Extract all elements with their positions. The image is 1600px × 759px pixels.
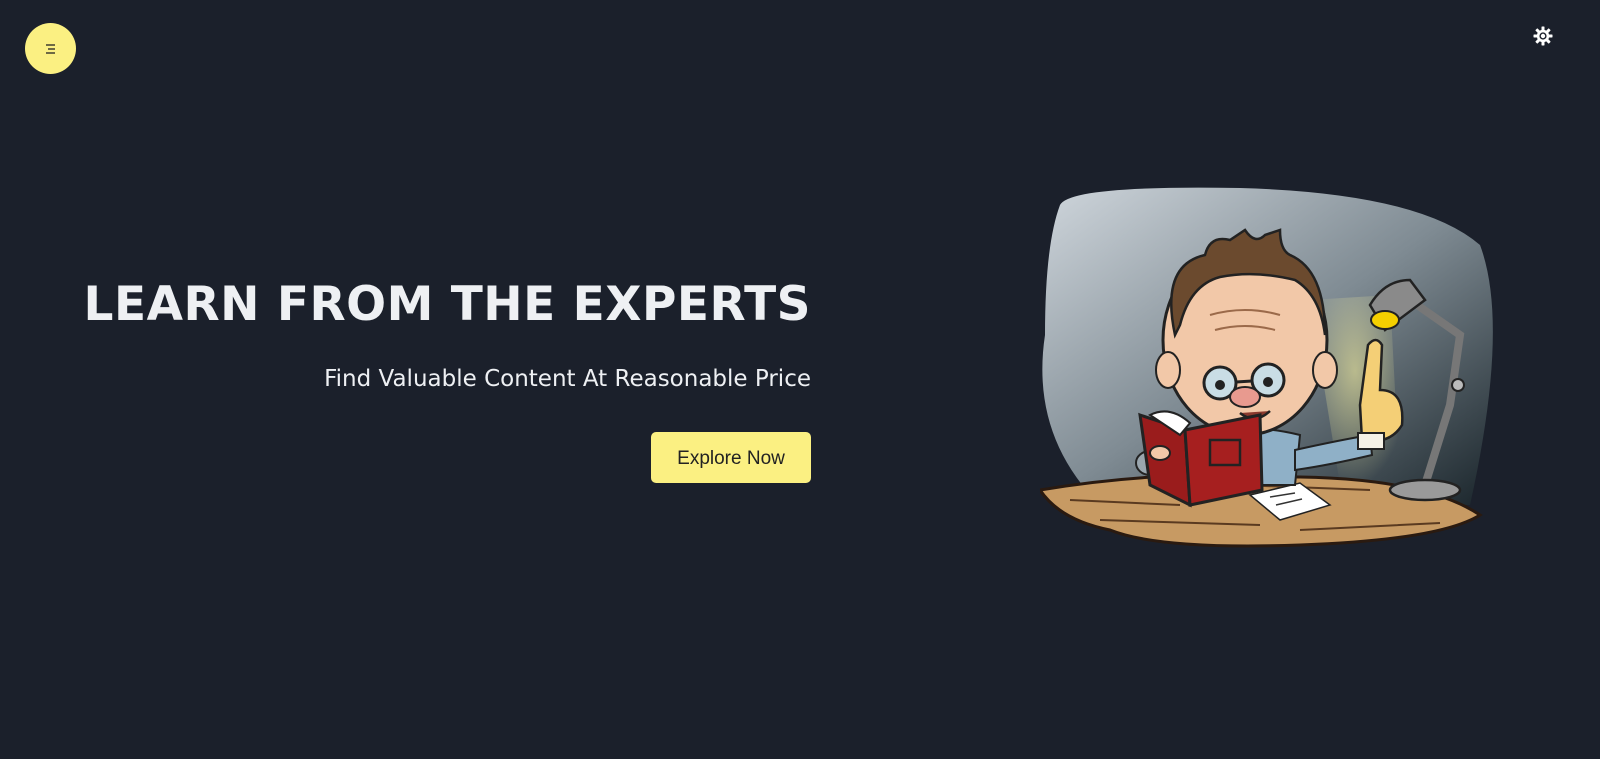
hero-subtitle: Find Valuable Content At Reasonable Pric… bbox=[324, 366, 811, 392]
hero-section: LEARN FROM THE EXPERTS Find Valuable Con… bbox=[84, 270, 811, 483]
expert-reading-illustration bbox=[1040, 187, 1493, 548]
menu-icon bbox=[45, 43, 55, 54]
explore-now-button[interactable]: Explore Now bbox=[651, 432, 811, 483]
sun-gear-icon bbox=[1533, 26, 1553, 46]
menu-button[interactable] bbox=[25, 23, 76, 74]
theme-toggle-button[interactable] bbox=[1532, 25, 1554, 47]
landing-page: LEARN FROM THE EXPERTS Find Valuable Con… bbox=[0, 0, 1600, 759]
hero-title: LEARN FROM THE EXPERTS bbox=[83, 277, 811, 332]
